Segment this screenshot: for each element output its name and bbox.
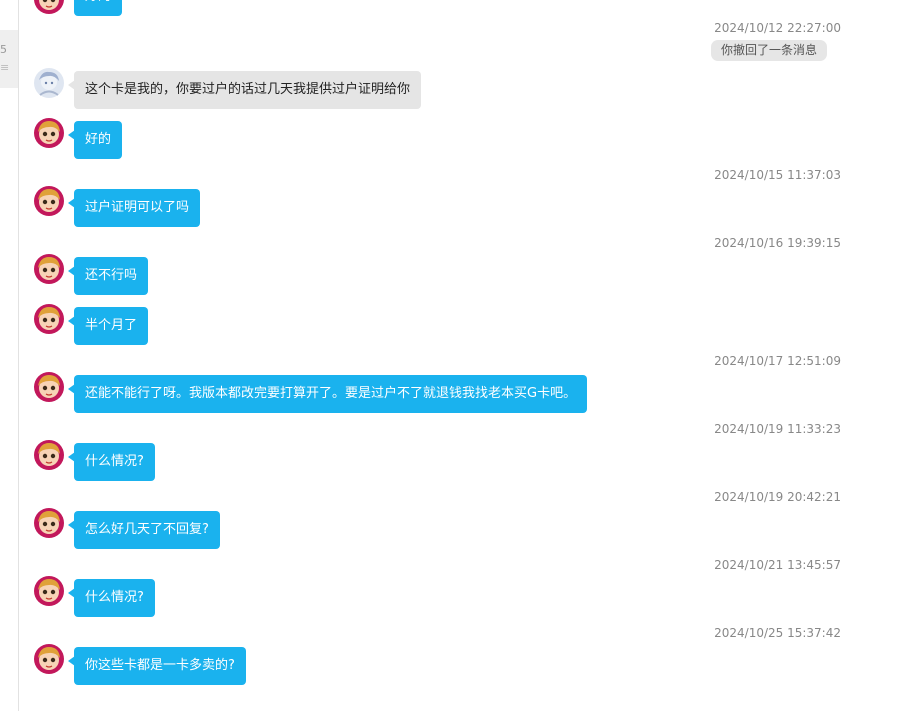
avatar-anime-girl[interactable] — [34, 576, 64, 606]
session-list-edge: 5 ≡ — [0, 0, 19, 711]
message-bubble-sent[interactable]: 还不行吗 — [67, 257, 149, 295]
message-bubble-received[interactable]: 这个卡是我的，你要过户的话过几天我提供过户证明给你 — [67, 71, 422, 109]
avatar-anime-girl[interactable] — [34, 0, 64, 14]
chat-message-area[interactable]: 好的 2024/10/12 22:27:00 你撤回了一条消息 这个卡是我的，你… — [19, 0, 924, 711]
avatar-anime-girl[interactable] — [34, 304, 64, 334]
message-bubble-sent[interactable]: 还能不能行了呀。我版本都改完要打算开了。要是过户不了就退钱我找老本买G卡吧。 — [67, 375, 588, 413]
message-bubble-sent[interactable]: 过户证明可以了吗 — [67, 189, 201, 227]
message-bubble-sent[interactable]: 你这些卡都是一卡多卖的? — [68, 647, 246, 685]
message-bubble-sent[interactable]: 什么情况? — [68, 579, 155, 617]
avatar-anime-girl[interactable] — [34, 118, 64, 148]
session-list-item[interactable]: 5 ≡ — [0, 30, 18, 88]
session-count-text: 5 — [0, 43, 7, 56]
avatar-anime-girl[interactable] — [34, 440, 64, 470]
avatar-anime-girl[interactable] — [34, 372, 64, 402]
avatar-anime-girl[interactable] — [34, 644, 64, 674]
message-timestamp: 2024/10/15 11:37:03 — [714, 168, 841, 182]
avatar-seller[interactable] — [34, 68, 64, 98]
message-bubble-sent[interactable]: 怎么好几天了不回复? — [68, 511, 220, 549]
message-timestamp: 2024/10/12 22:27:00 — [714, 21, 841, 35]
avatar-anime-girl[interactable] — [34, 508, 64, 538]
message-timestamp: 2024/10/16 19:39:15 — [714, 236, 841, 250]
message-bubble-sent[interactable]: 好的 — [67, 121, 123, 159]
message-bubble-sent[interactable]: 什么情况? — [68, 443, 155, 481]
message-timestamp: 2024/10/19 11:33:23 — [714, 422, 841, 436]
message-timestamp: 2024/10/19 20:42:21 — [714, 490, 841, 504]
message-bubble-sent[interactable]: 半个月了 — [67, 307, 149, 345]
message-timestamp: 2024/10/25 15:37:42 — [714, 626, 841, 640]
message-bubble-sent[interactable]: 好的 — [74, 0, 123, 16]
avatar-anime-girl[interactable] — [34, 254, 64, 284]
message-timestamp: 2024/10/21 13:45:57 — [714, 558, 841, 572]
recall-notice: 你撤回了一条消息 — [711, 40, 828, 61]
avatar-anime-girl[interactable] — [34, 186, 64, 216]
message-timestamp: 2024/10/17 12:51:09 — [714, 354, 841, 368]
session-menu-icon: ≡ — [0, 61, 10, 74]
